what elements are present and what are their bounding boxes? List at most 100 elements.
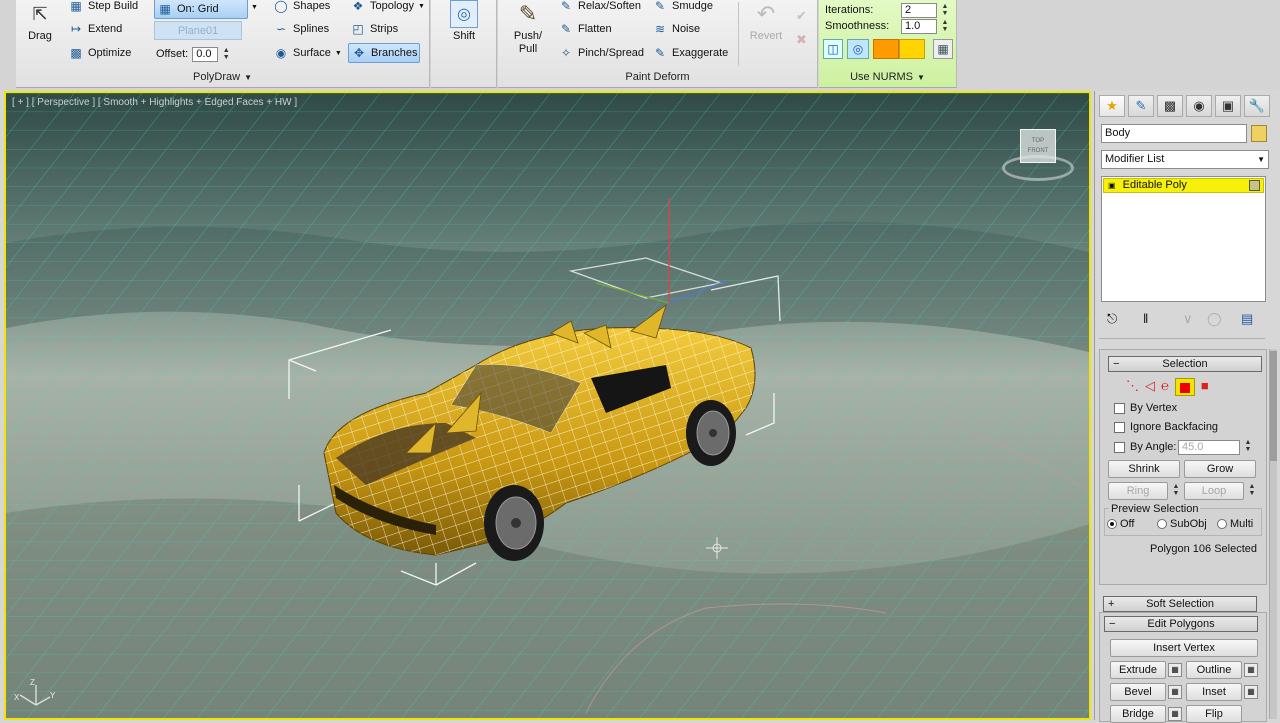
topology-button[interactable]: ❖ Topology ▼ bbox=[350, 0, 425, 16]
modify-tab-icon[interactable]: ✎ bbox=[1128, 95, 1154, 117]
smoothness-input[interactable]: 1.0 bbox=[901, 18, 937, 34]
grow-button[interactable]: Grow bbox=[1184, 460, 1256, 478]
ignore-backfacing-checkbox[interactable]: Ignore Backfacing bbox=[1114, 421, 1218, 433]
show-end-result-icon[interactable]: ‖ bbox=[1143, 311, 1148, 326]
revert-label: Revert bbox=[749, 30, 783, 42]
preview-multi-radio[interactable]: Multi bbox=[1217, 518, 1253, 530]
motion-tab-icon[interactable]: ◉ bbox=[1186, 95, 1212, 117]
extrude-button[interactable]: Extrude bbox=[1110, 661, 1166, 679]
nurms-color-swatch-orange[interactable] bbox=[873, 39, 899, 59]
offset-spinner[interactable]: ▲ ▼ bbox=[222, 47, 230, 61]
insert-vertex-button[interactable]: Insert Vertex bbox=[1110, 639, 1258, 657]
preview-off-radio[interactable]: Off bbox=[1107, 518, 1134, 530]
shift-button[interactable]: ◎ Shift bbox=[445, 0, 483, 43]
bridge-settings-icon[interactable]: ▦ bbox=[1168, 707, 1182, 721]
splines-button[interactable]: ∽ Splines bbox=[273, 19, 329, 39]
axis-x-label: X bbox=[14, 693, 20, 702]
create-tab-icon[interactable]: ★ bbox=[1099, 95, 1125, 117]
by-vertex-checkbox[interactable]: By Vertex bbox=[1114, 402, 1177, 414]
make-unique-icon[interactable]: ∨ bbox=[1183, 311, 1193, 327]
inset-settings-icon[interactable]: ▦ bbox=[1244, 685, 1258, 699]
drag-button[interactable]: ⇱ Drag bbox=[22, 0, 58, 43]
on-grid-chevron-icon[interactable]: ▼ bbox=[251, 4, 258, 11]
shapes-button[interactable]: ◯ Shapes bbox=[273, 0, 330, 16]
revert-button[interactable]: ↶ Revert bbox=[746, 0, 786, 43]
soft-selection-rollout-header[interactable]: + Soft Selection bbox=[1103, 596, 1257, 612]
display-tab-icon[interactable]: ▣ bbox=[1215, 95, 1241, 117]
shrink-button[interactable]: Shrink bbox=[1108, 460, 1180, 478]
viewport-label[interactable]: [ + ] [ Perspective ] [ Smooth + Highlig… bbox=[12, 97, 297, 108]
relax-soften-button[interactable]: ✎ Relax/Soften bbox=[558, 0, 641, 16]
preview-subobj-radio[interactable]: SubObj bbox=[1157, 518, 1207, 530]
outline-settings-icon[interactable]: ▦ bbox=[1244, 663, 1258, 677]
by-angle-box bbox=[1114, 441, 1125, 453]
ring-button[interactable]: Ring bbox=[1108, 482, 1168, 500]
smoothness-spinner[interactable]: ▲ ▼ bbox=[941, 19, 949, 33]
nurms-smooth-icon[interactable]: ◎ bbox=[847, 39, 869, 59]
outline-button[interactable]: Outline bbox=[1186, 661, 1242, 679]
command-panel-scrollbar[interactable] bbox=[1269, 349, 1277, 719]
by-angle-input[interactable]: 45.0 bbox=[1178, 440, 1240, 455]
extend-button[interactable]: ↦ Extend bbox=[68, 19, 122, 39]
vertex-mode-icon[interactable]: ⋱ bbox=[1126, 378, 1139, 396]
shapes-label: Shapes bbox=[293, 0, 331, 12]
ring-spinner[interactable]: ▲ ▼ bbox=[1172, 483, 1180, 497]
offset-input[interactable]: 0.0 bbox=[192, 46, 219, 62]
branches-button[interactable]: ✥ Branches bbox=[348, 43, 420, 63]
hierarchy-tab-icon[interactable]: ▩ bbox=[1157, 95, 1183, 117]
cancel-x-icon[interactable]: ✖ bbox=[796, 32, 807, 48]
extrude-settings-icon[interactable]: ▦ bbox=[1168, 663, 1182, 677]
push-pull-button[interactable]: ✎ Push/ Pull bbox=[508, 0, 548, 56]
commit-check-icon[interactable]: ✔ bbox=[796, 8, 807, 24]
selection-rollout-header[interactable]: − Selection bbox=[1108, 356, 1262, 372]
element-mode-icon[interactable]: ■ bbox=[1201, 378, 1209, 396]
perspective-viewport[interactable]: [ + ] [ Perspective ] [ Smooth + Highlig… bbox=[4, 91, 1091, 720]
loop-button[interactable]: Loop bbox=[1184, 482, 1244, 500]
border-mode-icon[interactable]: ℮ bbox=[1161, 378, 1169, 396]
flatten-button[interactable]: ✎ Flatten bbox=[558, 19, 612, 39]
polydraw-panel-title[interactable]: PolyDraw ▼ bbox=[16, 71, 429, 83]
optimize-button[interactable]: ▩ Optimize bbox=[68, 43, 131, 63]
strips-button[interactable]: ◰ Strips bbox=[350, 19, 398, 39]
nurms-cage-icon[interactable]: ▦ bbox=[933, 39, 953, 59]
loop-spinner[interactable]: ▲ ▼ bbox=[1248, 483, 1256, 497]
pinch-spread-button[interactable]: ✧ Pinch/Spread bbox=[558, 43, 644, 63]
scrollbar-thumb[interactable] bbox=[1270, 351, 1277, 461]
object-color-swatch[interactable] bbox=[1251, 125, 1267, 142]
stack-item-label: Editable Poly bbox=[1122, 179, 1187, 191]
polygon-mode-icon[interactable] bbox=[1174, 378, 1195, 396]
edit-polygons-rollout-header[interactable]: − Edit Polygons bbox=[1104, 616, 1258, 632]
on-grid-dropdown[interactable]: ▦ On: Grid bbox=[154, 0, 248, 19]
remove-modifier-icon[interactable]: ◯ bbox=[1207, 311, 1222, 327]
edge-mode-icon[interactable]: ◁ bbox=[1145, 378, 1155, 396]
nurms-iso-icon[interactable]: ◫ bbox=[823, 39, 843, 59]
pin-stack-icon[interactable]: ⎋ bbox=[1107, 311, 1117, 327]
bevel-button[interactable]: Bevel bbox=[1110, 683, 1166, 701]
viewcube[interactable]: TOP FRONT bbox=[1002, 129, 1074, 185]
inset-button[interactable]: Inset bbox=[1186, 683, 1242, 701]
iterations-label: Iterations: bbox=[825, 4, 874, 16]
by-angle-checkbox[interactable]: By Angle: bbox=[1114, 441, 1176, 453]
offset-row: Offset: 0.0 ▲ ▼ bbox=[156, 44, 230, 64]
plane-field[interactable]: Plane01 bbox=[154, 21, 242, 40]
modifier-list-dropdown[interactable]: Modifier List ▼ bbox=[1101, 150, 1269, 169]
by-angle-spinner[interactable]: ▲ ▼ bbox=[1244, 439, 1252, 453]
step-build-button[interactable]: ▦ Step Build bbox=[68, 0, 138, 16]
surface-button[interactable]: ◉ Surface ▼ bbox=[273, 43, 342, 63]
exaggerate-button[interactable]: ✎ Exaggerate bbox=[652, 43, 728, 63]
branches-label: Branches bbox=[371, 47, 418, 59]
utilities-tab-icon[interactable]: 🔧 bbox=[1244, 95, 1270, 117]
nurms-panel-title[interactable]: Use NURMS ▼ bbox=[819, 71, 956, 83]
configure-sets-icon[interactable]: ▤ bbox=[1241, 311, 1253, 327]
smudge-button[interactable]: ✎ Smudge bbox=[652, 0, 713, 16]
noise-button[interactable]: ≋ Noise bbox=[652, 19, 700, 39]
nurms-color-swatch-yellow[interactable] bbox=[899, 39, 925, 59]
stack-item-toggle-icon[interactable] bbox=[1249, 180, 1260, 191]
iterations-spinner[interactable]: ▲ ▼ bbox=[941, 3, 949, 17]
bevel-settings-icon[interactable]: ▦ bbox=[1168, 685, 1182, 699]
object-name-field[interactable]: Body bbox=[1101, 124, 1247, 143]
stack-item-editable-poly[interactable]: ▣ Editable Poly bbox=[1103, 178, 1264, 193]
selection-status: Polygon 106 Selected bbox=[1150, 543, 1258, 555]
bridge-button[interactable]: Bridge bbox=[1110, 705, 1166, 723]
flip-button[interactable]: Flip bbox=[1186, 705, 1242, 723]
